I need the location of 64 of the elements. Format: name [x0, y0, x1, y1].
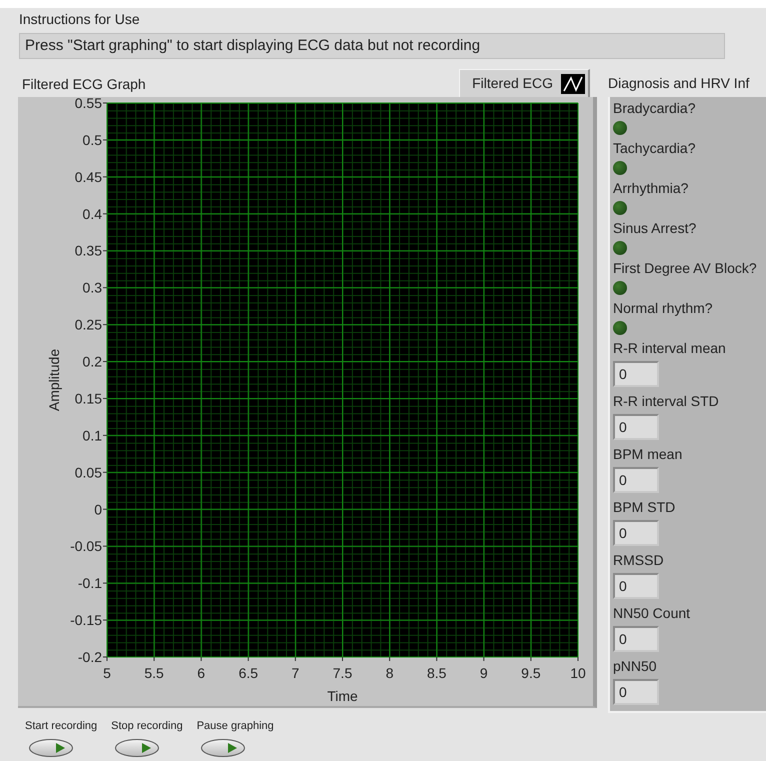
- y-tick-label: 0.35: [74, 242, 102, 259]
- numeric-indicator: 0: [613, 573, 659, 599]
- y-tick-label: -0.05: [70, 538, 102, 554]
- x-tick-label: 5.5: [144, 665, 164, 681]
- round-button[interactable]: [200, 739, 245, 757]
- indicator-label: First Degree AV Block?: [613, 260, 758, 277]
- indicator-label: R-R interval mean: [613, 340, 727, 357]
- x-axis-title: Time: [327, 688, 358, 704]
- x-tick-label: 8: [386, 665, 394, 681]
- button-label: Pause graphing: [196, 719, 274, 733]
- graph-title: Filtered ECG Graph: [22, 76, 146, 93]
- numeric-indicator: 0: [613, 467, 659, 493]
- indicator-label: Normal rhythm?: [613, 300, 714, 317]
- y-tick-label: 0.5: [82, 132, 102, 148]
- y-tick-label: 0.55: [74, 97, 102, 111]
- indicator-label: R-R interval STD: [613, 393, 720, 410]
- x-tick-label: 9: [480, 665, 488, 681]
- numeric-indicator: 0: [613, 361, 659, 387]
- instructions-label: Instructions for Use: [19, 10, 141, 28]
- x-tick-label: 6: [197, 665, 206, 681]
- y-axis-title: Amplitude: [46, 348, 62, 412]
- y-tick-label: 0.05: [74, 464, 102, 480]
- x-tick-label: 7: [292, 665, 300, 681]
- numeric-indicator: 0: [613, 679, 659, 705]
- legend-label: Filtered ECG: [472, 74, 553, 93]
- x-tick-label: 7.5: [332, 665, 352, 681]
- button-label: Start recording: [25, 719, 98, 733]
- y-tick-label: 0.3: [82, 280, 102, 296]
- indicator-label: pNN50: [613, 658, 658, 675]
- numeric-indicator: 0: [613, 414, 659, 440]
- play-icon: [56, 743, 65, 753]
- x-tick-label: 5: [103, 665, 111, 681]
- y-tick-label: -0.1: [78, 575, 102, 592]
- play-icon: [228, 743, 237, 753]
- indicator-label: Sinus Arrest?: [613, 220, 698, 237]
- y-tick-label: 0.2: [82, 354, 102, 370]
- y-tick-label: 0.1: [82, 427, 102, 444]
- y-tick-label: 0: [94, 501, 102, 518]
- panel-title: Diagnosis and HRV Inf: [608, 74, 750, 93]
- y-tick-label: 0.4: [82, 206, 102, 222]
- button-label: Stop recording: [111, 719, 183, 733]
- y-tick-label: 0.25: [74, 316, 102, 333]
- y-tick-label: -0.15: [70, 612, 102, 628]
- x-tick-label: 9.5: [521, 665, 541, 681]
- instructions-field: Press "Start graphing" to start displaying ECG data but not recording: [19, 33, 725, 59]
- numeric-indicator: 0: [613, 520, 659, 546]
- y-tick-label: -0.2: [78, 649, 102, 665]
- indicator-label: BPM mean: [613, 446, 684, 463]
- round-button[interactable]: [29, 739, 73, 757]
- indicator-label: NN50 Count: [613, 605, 692, 622]
- play-icon: [142, 743, 152, 753]
- x-tick-label: 6.5: [238, 665, 258, 681]
- indicator-label: BPM STD: [613, 499, 676, 516]
- y-tick-label: 0.45: [74, 168, 102, 185]
- indicator-label: Tachycardia?: [613, 140, 696, 157]
- numeric-indicator: 0: [613, 626, 659, 652]
- line-sample-icon: [561, 74, 585, 94]
- indicator-label: RMSSD: [613, 552, 665, 569]
- indicator-label: Bradycardia?: [613, 100, 696, 117]
- indicator-label: Arrhythmia?: [613, 180, 690, 197]
- y-tick-label: 0.15: [74, 390, 102, 406]
- x-tick-label: 8.5: [426, 665, 446, 681]
- round-button[interactable]: [115, 739, 160, 757]
- x-tick-label: 10: [570, 665, 586, 681]
